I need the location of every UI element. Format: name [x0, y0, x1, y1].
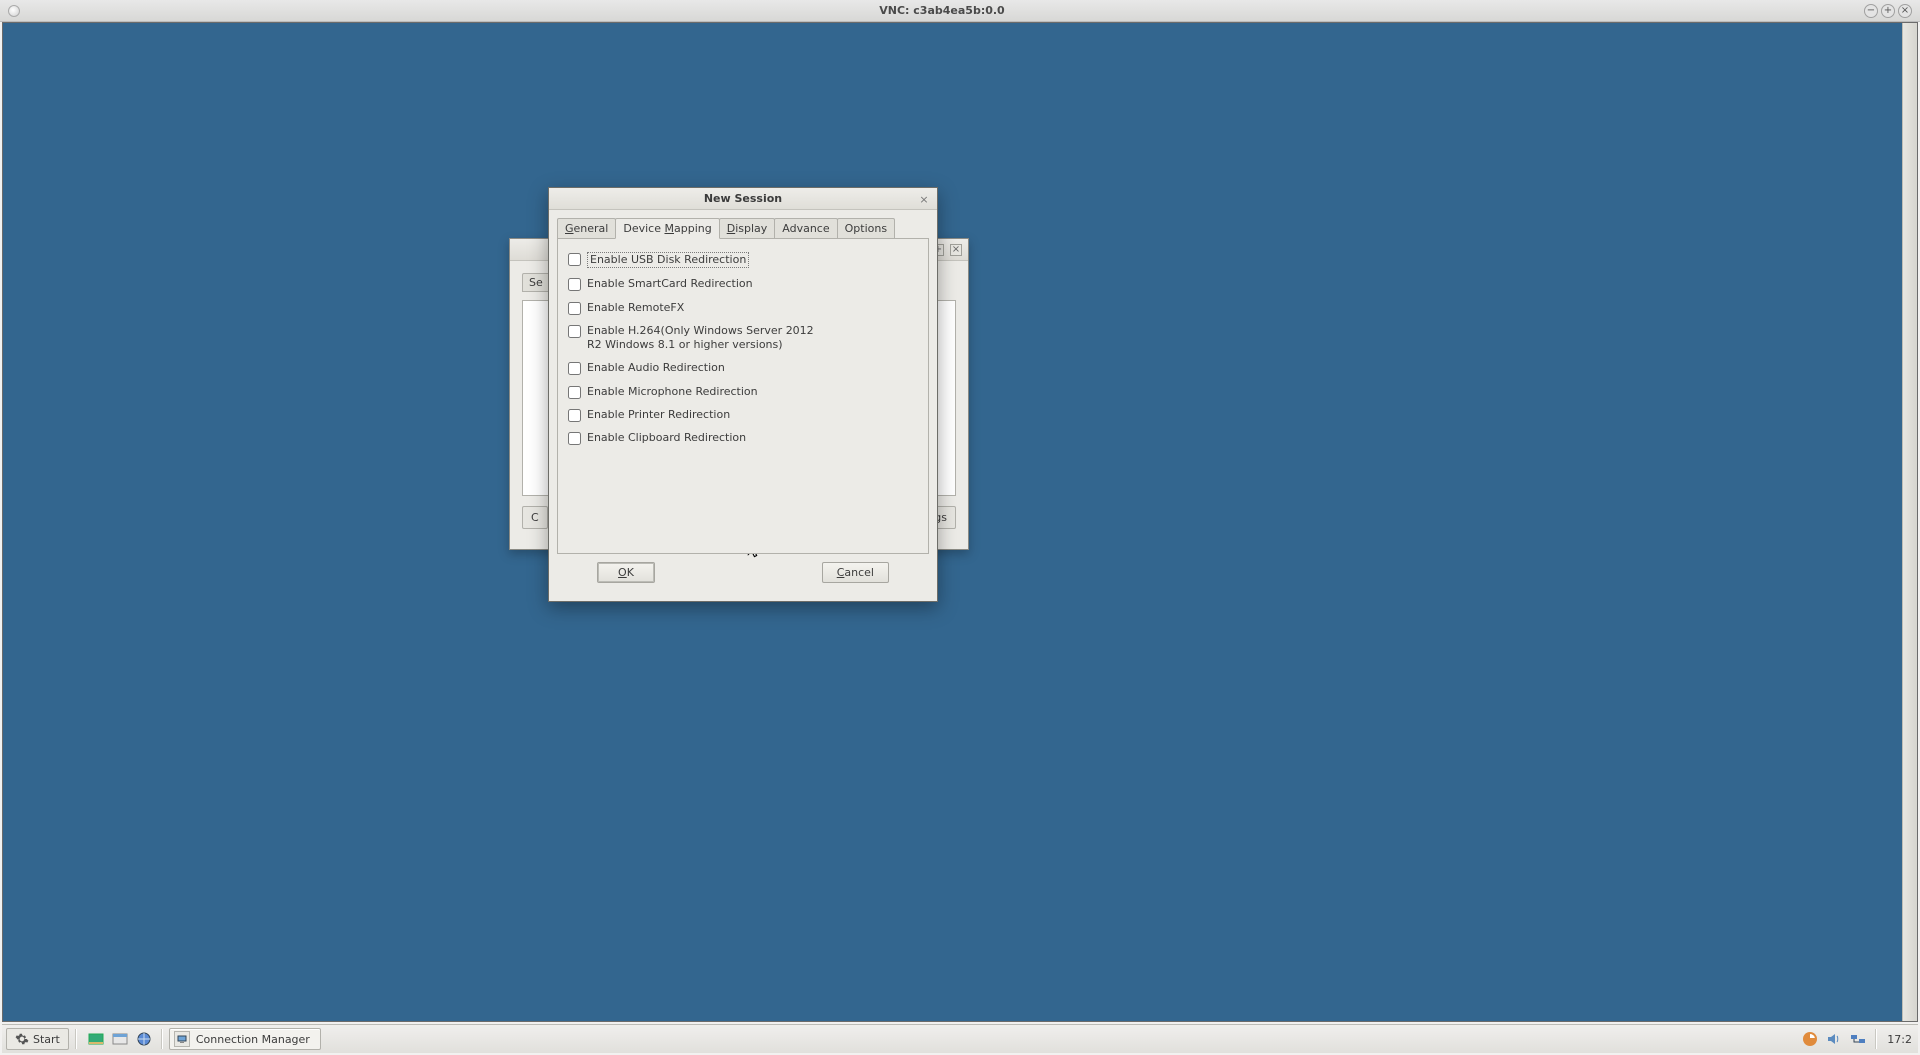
back-window-tab-stub[interactable]: Se: [522, 273, 550, 292]
outer-window-titlebar: VNC: c3ab4ea5b:0.0 − + ×: [0, 0, 1920, 22]
vertical-scrollbar[interactable]: [1902, 23, 1917, 1021]
taskbar-item-label: Connection Manager: [196, 1033, 310, 1046]
back-window-close-icon[interactable]: ×: [950, 244, 962, 256]
checkbox-remotefx[interactable]: [568, 302, 581, 315]
start-label: Start: [33, 1033, 60, 1046]
taskbar: Start Connection Manager 17:2: [2, 1024, 1918, 1053]
tray-separator: [1875, 1029, 1877, 1049]
checkbox-audio-redirection[interactable]: [568, 362, 581, 375]
maximize-icon[interactable]: +: [1881, 4, 1895, 18]
checkbox-printer-redirection[interactable]: [568, 409, 581, 422]
browser-icon[interactable]: [133, 1028, 155, 1050]
quick-launch: [85, 1028, 155, 1050]
dialog-titlebar[interactable]: New Session ×: [549, 188, 937, 210]
tab-display[interactable]: Display: [719, 218, 776, 238]
checkbox-smartcard-redirection[interactable]: [568, 278, 581, 291]
tab-advance[interactable]: Advance: [774, 218, 837, 238]
taskbar-separator-2: [161, 1029, 163, 1049]
remote-desktop: + × Se C gs New Session × General Device…: [2, 22, 1918, 1022]
label-printer-redirection: Enable Printer Redirection: [587, 408, 730, 422]
new-session-dialog: New Session × General Device Mapping Dis…: [548, 187, 938, 602]
tab-device-mapping[interactable]: Device Mapping: [615, 218, 719, 239]
checkbox-clipboard-redirection[interactable]: [568, 432, 581, 445]
start-button[interactable]: Start: [6, 1028, 69, 1050]
label-clipboard-redirection: Enable Clipboard Redirection: [587, 431, 746, 445]
checkbox-h264[interactable]: [568, 325, 581, 338]
taskbar-separator: [75, 1029, 77, 1049]
system-tray: 17:2: [1801, 1029, 1914, 1049]
volume-icon[interactable]: [1825, 1030, 1843, 1048]
gear-icon: [15, 1032, 29, 1046]
dialog-tabs: General Device Mapping Display Advance O…: [557, 218, 929, 238]
checkbox-microphone-redirection[interactable]: [568, 386, 581, 399]
cancel-button[interactable]: Cancel: [822, 562, 889, 583]
device-mapping-panel: Enable USB Disk Redirection Enable Smart…: [557, 238, 929, 554]
label-h264: Enable H.264(Only Windows Server 2012 R2…: [587, 324, 817, 353]
label-audio-redirection: Enable Audio Redirection: [587, 361, 725, 375]
outer-window-title: VNC: c3ab4ea5b:0.0: [20, 4, 1864, 17]
ok-button[interactable]: OK: [597, 562, 655, 583]
taskbar-clock[interactable]: 17:2: [1885, 1033, 1914, 1046]
dialog-close-icon[interactable]: ×: [917, 192, 931, 206]
close-icon[interactable]: ×: [1898, 4, 1912, 18]
label-usb-redirection: Enable USB Disk Redirection: [587, 252, 749, 268]
taskbar-item-connection-manager[interactable]: Connection Manager: [169, 1028, 321, 1050]
dialog-title: New Session: [549, 192, 937, 205]
label-smartcard-redirection: Enable SmartCard Redirection: [587, 277, 753, 291]
label-microphone-redirection: Enable Microphone Redirection: [587, 385, 758, 399]
network-icon[interactable]: [1849, 1030, 1867, 1048]
window-menu-icon[interactable]: [8, 5, 20, 17]
file-manager-icon[interactable]: [109, 1028, 131, 1050]
back-window-left-button[interactable]: C: [522, 506, 548, 529]
tab-general[interactable]: General: [557, 218, 616, 238]
app-icon: [174, 1031, 190, 1047]
checkbox-usb-redirection[interactable]: [568, 253, 581, 266]
tab-options[interactable]: Options: [837, 218, 895, 238]
show-desktop-icon[interactable]: [85, 1028, 107, 1050]
update-icon[interactable]: [1801, 1030, 1819, 1048]
label-remotefx: Enable RemoteFX: [587, 301, 684, 315]
minimize-icon[interactable]: −: [1864, 4, 1878, 18]
tab-general-rest: eneral: [574, 222, 609, 235]
